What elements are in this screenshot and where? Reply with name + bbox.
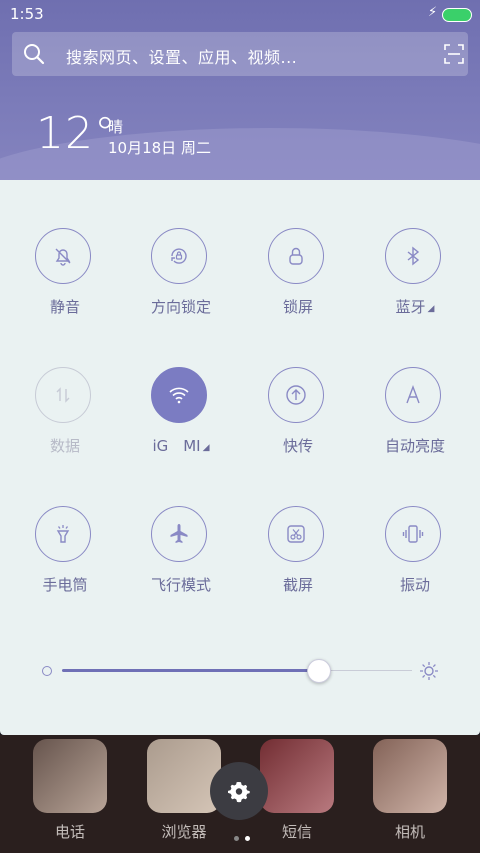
expand-triangle-icon: ◢ — [427, 304, 435, 314]
expand-triangle-icon: ◢ — [202, 443, 210, 453]
weather-condition: 晴 — [108, 118, 124, 136]
quick-settings-panel: 静音 方向锁定 锁屏 蓝牙 ◢ 数据 iG MI ◢ 快传 自动亮度 手电筒 飞… — [0, 180, 480, 735]
battery-icon — [442, 8, 472, 22]
toggle-label: 蓝牙 ◢ — [395, 298, 435, 316]
share-upload-icon — [268, 367, 324, 423]
scan-icon[interactable] — [444, 44, 464, 64]
page-dot — [234, 836, 239, 841]
notification-header: 1:53 ⚡ 搜索网页、设置、应用、视频... 12° 晴 10月18日 周二 — [0, 0, 480, 182]
status-bar: 1:53 ⚡ — [0, 0, 480, 28]
browser-app-icon — [147, 739, 221, 813]
app-messages[interactable]: 短信 — [257, 739, 337, 842]
toggle-label: iG MI ◢ — [152, 437, 210, 455]
toggle-label: 截屏 — [282, 576, 313, 594]
date: 10月18日 周二 — [108, 139, 211, 157]
temperature: 12° — [36, 108, 117, 159]
mobile-data-icon — [35, 367, 91, 423]
bell-off-icon — [35, 228, 91, 284]
bluetooth-icon — [385, 228, 441, 284]
toggle-label: 锁屏 — [282, 298, 313, 316]
toggle-label: 自动亮度 — [384, 437, 445, 455]
toggle-vibrate[interactable]: 振动 — [356, 506, 474, 616]
screenshot-icon — [268, 506, 324, 562]
toggle-label: 静音 — [49, 298, 80, 316]
search-bar[interactable]: 搜索网页、设置、应用、视频... — [12, 32, 468, 76]
app-label: 电话 — [54, 823, 85, 841]
toggle-label: 方向锁定 — [150, 298, 211, 316]
page-dot-active — [245, 836, 250, 841]
app-camera[interactable]: 相机 — [370, 739, 450, 842]
camera-app-icon — [373, 739, 447, 813]
page-indicator — [231, 826, 253, 845]
toggle-mobile-data[interactable]: 数据 — [6, 367, 124, 477]
phone-app-icon — [33, 739, 107, 813]
toggle-quick-share[interactable]: 快传 — [239, 367, 357, 477]
app-label: 浏览器 — [161, 823, 207, 841]
settings-button[interactable] — [210, 762, 268, 820]
toggle-label: 手电筒 — [42, 576, 88, 594]
flashlight-icon — [35, 506, 91, 562]
vibrate-icon — [385, 506, 441, 562]
brightness-thumb[interactable] — [306, 659, 331, 683]
toggle-wifi[interactable]: iG MI ◢ — [122, 367, 240, 477]
toggle-airplane-mode[interactable]: 飞行模式 — [122, 506, 240, 616]
toggle-bluetooth[interactable]: 蓝牙 ◢ — [356, 228, 474, 338]
search-placeholder: 搜索网页、设置、应用、视频... — [66, 48, 298, 67]
app-label: 短信 — [281, 823, 312, 841]
messages-app-icon — [260, 739, 334, 813]
toggle-label: 快传 — [282, 437, 313, 455]
toggle-label: 数据 — [49, 437, 80, 455]
toggle-label: 振动 — [399, 576, 430, 594]
brightness-fill — [62, 669, 318, 672]
toggle-rotation-lock[interactable]: 方向锁定 — [122, 228, 240, 338]
toggle-label: 飞行模式 — [150, 576, 211, 594]
search-icon — [24, 44, 45, 65]
toggle-lock-screen[interactable]: 锁屏 — [239, 228, 357, 338]
toggle-silent[interactable]: 静音 — [6, 228, 124, 338]
toggle-auto-brightness[interactable]: 自动亮度 — [356, 367, 474, 477]
airplane-icon — [151, 506, 207, 562]
brightness-slider[interactable] — [40, 659, 450, 684]
toggle-screenshot[interactable]: 截屏 — [239, 506, 357, 616]
clock: 1:53 — [10, 5, 44, 23]
rotation-lock-icon — [151, 228, 207, 284]
wifi-icon — [151, 367, 207, 423]
auto-brightness-icon — [385, 367, 441, 423]
app-label: 相机 — [394, 823, 425, 841]
lock-icon — [268, 228, 324, 284]
toggle-flashlight[interactable]: 手电筒 — [6, 506, 124, 616]
brightness-low-icon — [42, 666, 52, 676]
charging-icon: ⚡ — [428, 5, 438, 20]
gear-icon — [228, 782, 250, 803]
app-phone[interactable]: 电话 — [30, 739, 110, 842]
brightness-high-icon — [420, 662, 438, 680]
